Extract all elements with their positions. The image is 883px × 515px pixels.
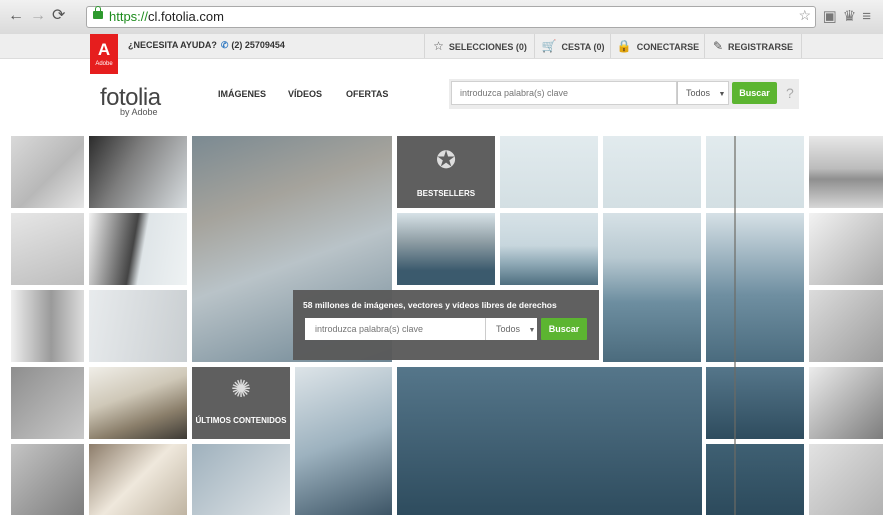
register-label: REGISTRARSE — [728, 42, 794, 52]
mosaic-tile[interactable] — [603, 136, 701, 208]
mosaic-tile[interactable] — [11, 367, 84, 439]
header-search: Todos ▼ Buscar — [449, 79, 799, 109]
url-text: https://cl.fotolia.com — [109, 9, 224, 24]
mosaic-tile[interactable] — [89, 367, 187, 439]
help-contact: ¿NECESITA AYUDA? ✆ (2) 25709454 — [128, 40, 285, 51]
mosaic-tile[interactable] — [89, 136, 187, 208]
mosaic-tile[interactable] — [809, 213, 883, 285]
login-label: CONECTARSE — [636, 42, 700, 52]
mosaic-tile[interactable] — [706, 213, 804, 362]
mosaic-tile[interactable] — [11, 213, 84, 285]
mosaic-tile[interactable] — [89, 290, 187, 362]
mosaic-tile[interactable] — [603, 213, 701, 362]
edit-icon: ✎ — [712, 39, 724, 53]
mosaic-tile[interactable] — [809, 444, 883, 515]
header-filter-value: Todos — [686, 88, 711, 98]
reload-icon[interactable]: ⟳ — [52, 7, 65, 25]
login-link[interactable]: 🔒 CONECTARSE — [610, 34, 705, 58]
lock-icon: 🔒 — [616, 39, 632, 53]
hero-search-input[interactable] — [305, 318, 485, 340]
mosaic-tile[interactable] — [706, 136, 804, 208]
mosaic-tile[interactable] — [809, 290, 883, 362]
cart-icon: 🛒 — [541, 39, 557, 53]
register-link[interactable]: ✎ REGISTRARSE — [704, 34, 802, 58]
hero-filter-select[interactable]: Todos ▼ — [485, 318, 537, 340]
mosaic-tile[interactable] — [11, 290, 84, 362]
address-bar[interactable]: https://cl.fotolia.com ☆ — [86, 6, 816, 28]
mosaic-tile[interactable] — [397, 213, 495, 285]
logo-subtitle: by Adobe — [120, 107, 158, 117]
browser-toolbar: ← → ⟳ https://cl.fotolia.com ☆ ▣♛≡ — [0, 0, 883, 35]
mosaic-tile[interactable] — [11, 444, 84, 515]
mosaic-tile[interactable] — [500, 136, 598, 208]
nav-images[interactable]: IMÁGENES — [218, 89, 266, 99]
mosaic-tile[interactable] — [11, 136, 84, 208]
header-search-button[interactable]: Buscar — [732, 82, 777, 104]
new-badge-icon: ✺ — [230, 376, 252, 403]
cart-label: CESTA (0) — [561, 42, 605, 52]
phone-icon: ✆ — [220, 40, 229, 50]
latest-label: ÚLTIMOS CONTENIDOS — [195, 416, 287, 425]
selections-label: SELECCIONES (0) — [448, 42, 527, 52]
mosaic-tile[interactable] — [89, 444, 187, 515]
bestsellers-card[interactable]: ✪ BESTSELLERS — [397, 136, 495, 208]
lock-icon — [93, 6, 103, 19]
mosaic-tile[interactable] — [809, 367, 883, 439]
hero-search-panel: 58 millones de imágenes, vectores y víde… — [293, 290, 599, 360]
mast-rope-decoration — [734, 136, 736, 515]
adobe-a-icon: A — [97, 40, 111, 59]
mosaic-tile[interactable] — [192, 444, 290, 515]
adobe-wordmark: Adobe — [95, 61, 113, 67]
header-filter-select[interactable]: Todos ▼ — [677, 81, 729, 105]
mosaic-tile[interactable] — [706, 367, 804, 439]
bookmark-star-icon[interactable]: ☆ — [798, 7, 811, 24]
extension-icons[interactable]: ▣♛≡ — [823, 7, 877, 25]
chevron-down-icon: ▼ — [718, 91, 726, 98]
mosaic-tile[interactable] — [809, 136, 883, 208]
mosaic-tile[interactable] — [89, 213, 187, 285]
award-ribbon-icon: ✪ — [435, 147, 457, 174]
back-icon[interactable]: ← — [8, 7, 24, 25]
nav-offers[interactable]: OFERTAS — [346, 89, 388, 99]
hero-filter-value: Todos — [496, 324, 521, 334]
mosaic-tile[interactable] — [295, 367, 392, 515]
selections-link[interactable]: ☆ SELECCIONES (0) — [424, 34, 535, 58]
nav-videos[interactable]: VÍDEOS — [288, 89, 322, 99]
phone-number[interactable]: (2) 25709454 — [231, 40, 285, 50]
mosaic-tile[interactable] — [706, 444, 804, 515]
latest-content-card[interactable]: ✺ ÚLTIMOS CONTENIDOS — [192, 367, 290, 439]
mosaic-tile[interactable] — [500, 213, 598, 285]
help-icon[interactable]: ? — [786, 85, 794, 101]
star-icon: ☆ — [433, 39, 444, 53]
mosaic-tile-feature[interactable] — [397, 367, 702, 515]
forward-icon[interactable]: → — [30, 7, 46, 25]
header-search-input[interactable] — [451, 81, 677, 105]
adobe-logo[interactable]: A Adobe — [90, 34, 118, 74]
help-label: ¿NECESITA AYUDA? — [128, 40, 217, 50]
cart-link[interactable]: 🛒 CESTA (0) — [534, 34, 611, 58]
hero-search-button[interactable]: Buscar — [541, 318, 587, 340]
bestsellers-label: BESTSELLERS — [416, 189, 476, 198]
chevron-down-icon: ▼ — [528, 327, 536, 334]
hero-search-title: 58 millones de imágenes, vectores y víde… — [303, 300, 557, 310]
